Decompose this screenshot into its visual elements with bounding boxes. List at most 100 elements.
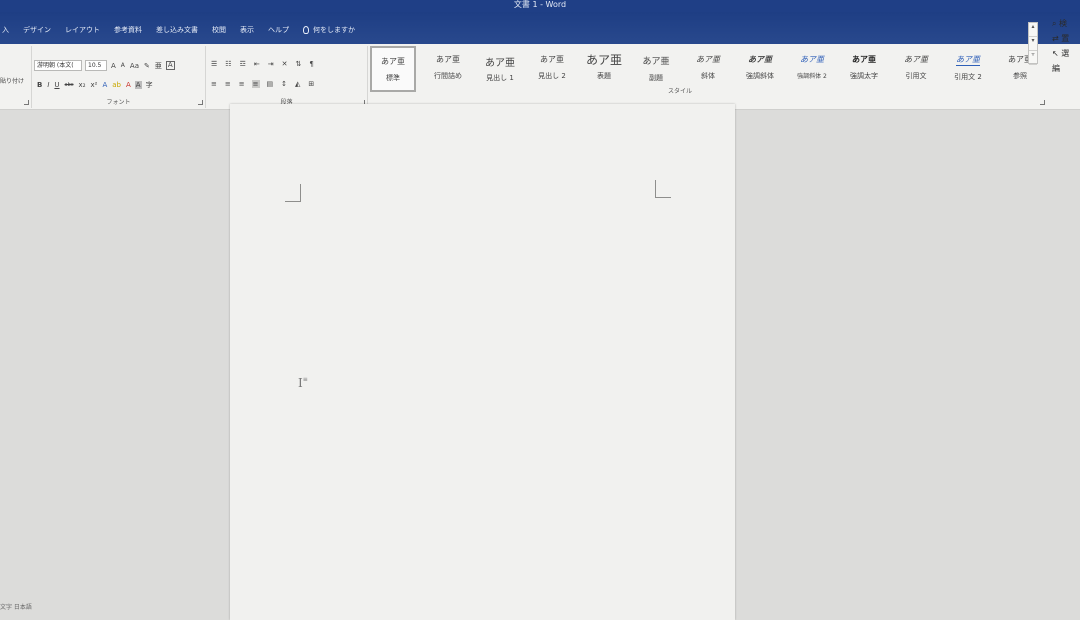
style-sample: あア亜 xyxy=(436,55,460,64)
sort-icon[interactable]: ⇅ xyxy=(294,60,302,68)
cursor-icon: ↖ xyxy=(1052,49,1059,58)
tab-insert[interactable]: 入 xyxy=(2,25,9,35)
tab-view[interactable]: 表示 xyxy=(240,25,254,35)
italic-button[interactable]: I xyxy=(46,81,50,89)
font-name-combo[interactable]: 游明朝 (本文( xyxy=(34,60,82,71)
styles-gallery-scroller[interactable]: ▴ ▾ ▿ xyxy=(1028,22,1038,65)
replace-icon: ⇄ xyxy=(1052,34,1059,43)
style-sample: あア亜 xyxy=(904,55,928,64)
tab-layout[interactable]: レイアウト xyxy=(65,25,100,35)
clear-format-icon[interactable]: ✎ xyxy=(143,62,151,70)
phonetic-guide-icon[interactable]: 亜 xyxy=(154,61,163,71)
font-color-button[interactable]: A xyxy=(125,81,132,89)
grow-font-button[interactable]: A xyxy=(110,62,117,70)
style-sample: あア亜 xyxy=(585,53,622,67)
paragraph-group: ☰ ☷ ☲ ⇤ ⇥ ✕ ⇅ ¶ ≡ ≡ ≡ ≡ ▤ ↕ ◭ ⊞ 段落 xyxy=(206,46,368,108)
search-icon: ⌕ xyxy=(1052,19,1057,28)
style-name: 参照 xyxy=(1013,72,1027,80)
style-name: 標準 xyxy=(386,74,400,82)
char-shading-button[interactable]: A xyxy=(134,81,142,89)
styles-group-label: スタイル xyxy=(667,88,692,95)
tab-design[interactable]: デザイン xyxy=(23,25,51,35)
text-effects-button[interactable]: A xyxy=(101,81,108,89)
char-border-button[interactable]: A xyxy=(165,61,175,70)
line-spacing-icon[interactable]: ↕ xyxy=(280,80,288,88)
styles-launcher-icon[interactable] xyxy=(1040,100,1045,105)
style-name: 見出し 1 xyxy=(486,74,514,82)
style-sample: あア亜 xyxy=(748,54,772,64)
scroll-up-icon[interactable]: ▴ xyxy=(1029,23,1037,37)
align-right-icon[interactable]: ≡ xyxy=(238,80,246,88)
style-sample: あア亜 xyxy=(956,55,980,66)
more-styles-icon[interactable]: ▿ xyxy=(1029,51,1037,65)
tab-help[interactable]: ヘルプ xyxy=(268,25,289,35)
justify-icon[interactable]: ≡ xyxy=(251,80,260,88)
shading-icon[interactable]: ◭ xyxy=(294,80,301,88)
lightbulb-icon xyxy=(303,26,309,34)
document-page[interactable]: I≡ xyxy=(230,104,735,620)
style-sample: あア亜 xyxy=(1008,55,1032,64)
style-sample: あア亜 xyxy=(696,55,720,64)
tell-me-search[interactable]: 何をしますか xyxy=(303,25,355,35)
style-name: 副題 xyxy=(649,74,663,82)
style-sample: あア亜 xyxy=(381,57,405,66)
paste-button[interactable]: 貼り付け xyxy=(0,76,24,85)
tab-references[interactable]: 参考資料 xyxy=(114,25,142,35)
font-group: 游明朝 (本文( 10.5 A A Aa ✎ 亜 A B I U abc x₂ … xyxy=(32,46,206,108)
align-left-icon[interactable]: ≡ xyxy=(210,80,218,88)
replace-button[interactable]: ⇄ 置 xyxy=(1052,33,1080,44)
status-bar: 文字 日本語 xyxy=(0,600,230,620)
font-size-combo[interactable]: 10.5 xyxy=(85,60,107,71)
ibeam-cursor-icon: I≡ xyxy=(298,376,308,390)
show-marks-icon[interactable]: ¶ xyxy=(308,60,314,68)
subscript-button[interactable]: x₂ xyxy=(78,81,87,89)
tab-mailings[interactable]: 差し込み文書 xyxy=(156,25,198,35)
window-title: 文書 1 - Word xyxy=(513,0,567,9)
find-button[interactable]: ⌕ 検 xyxy=(1052,18,1080,29)
status-text: 文字 日本語 xyxy=(0,604,32,611)
multilevel-list-icon[interactable]: ☲ xyxy=(239,60,247,68)
style-sample: あア亜 xyxy=(485,58,515,69)
bullets-icon[interactable]: ☰ xyxy=(210,60,218,68)
style-name: 見出し 2 xyxy=(538,72,566,80)
superscript-button[interactable]: x² xyxy=(90,81,99,89)
asian-layout-icon[interactable]: ✕ xyxy=(281,60,289,68)
style-sample: あア亜 xyxy=(642,57,670,67)
clipboard-launcher-icon[interactable] xyxy=(24,100,29,105)
style-name: 強調斜体 2 xyxy=(797,73,827,80)
style-name: 強調斜体 xyxy=(746,72,774,80)
enclose-char-button[interactable]: 字 xyxy=(145,80,154,90)
tell-me-label: 何をしますか xyxy=(313,26,355,34)
select-button[interactable]: ↖ 選 xyxy=(1052,48,1080,59)
distributed-icon[interactable]: ▤ xyxy=(266,80,275,88)
underline-button[interactable]: U xyxy=(53,81,60,89)
shrink-font-button[interactable]: A xyxy=(120,62,126,69)
editing-group: ⌕ 検 ⇄ 置 ↖ 選 編 xyxy=(1052,18,1080,78)
decrease-indent-icon[interactable]: ⇤ xyxy=(253,60,261,68)
style-name: 斜体 xyxy=(701,72,715,80)
clipboard-group: 貼り付け xyxy=(0,46,32,108)
style-name: 行間詰め xyxy=(434,72,462,80)
style-sample: あア亜 xyxy=(800,55,824,64)
strikethrough-button[interactable]: abc xyxy=(64,82,75,88)
style-name: 引用文 xyxy=(905,72,927,80)
numbering-icon[interactable]: ☷ xyxy=(224,60,232,68)
style-reference[interactable]: あア亜 参照 xyxy=(994,46,1046,92)
style-name: 強調太字 xyxy=(850,72,878,80)
title-bar: 文書 1 - Word xyxy=(0,0,1080,12)
font-launcher-icon[interactable] xyxy=(198,100,203,105)
bold-button[interactable]: B xyxy=(36,81,43,89)
change-case-button[interactable]: Aa xyxy=(129,62,140,70)
font-group-label: フォント xyxy=(106,99,131,106)
editing-group-label: 編 xyxy=(1052,64,1060,73)
increase-indent-icon[interactable]: ⇥ xyxy=(267,60,275,68)
highlight-button[interactable]: ab xyxy=(111,81,122,89)
align-center-icon[interactable]: ≡ xyxy=(224,80,232,88)
tab-review[interactable]: 校閲 xyxy=(212,25,226,35)
scroll-down-icon[interactable]: ▾ xyxy=(1029,37,1037,51)
style-sample: あア亜 xyxy=(540,55,564,64)
borders-icon[interactable]: ⊞ xyxy=(307,80,315,88)
margin-corner-top-right xyxy=(655,180,671,198)
style-name: 引用文 2 xyxy=(954,73,982,81)
margin-corner-top-left xyxy=(285,184,301,202)
